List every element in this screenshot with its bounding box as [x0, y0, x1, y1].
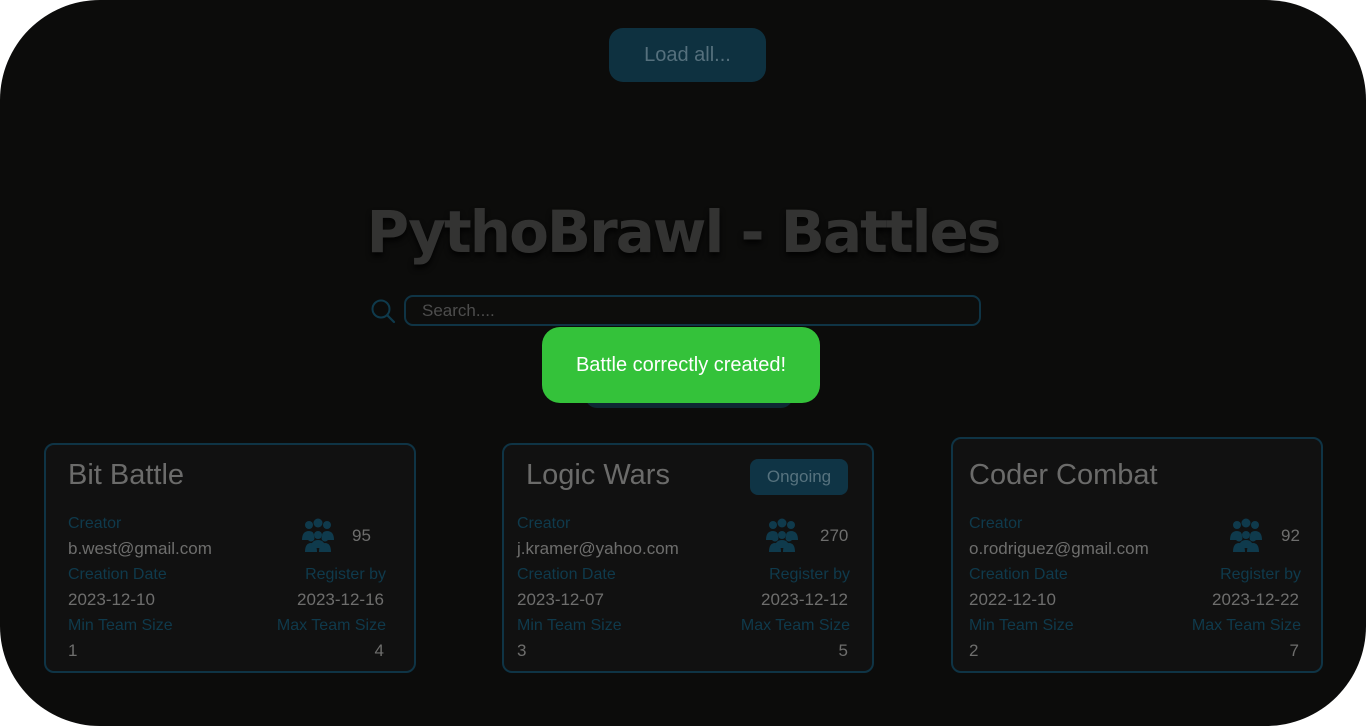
creator-label: Creator	[969, 515, 1023, 532]
creator-label: Creator	[68, 515, 122, 532]
success-toast: Battle correctly created!	[542, 327, 820, 403]
battle-card[interactable]: Coder Combat Creator o.rodriguez@gmail.c…	[951, 437, 1323, 673]
max-team-size-value: 4	[374, 641, 384, 660]
creator-value: b.west@gmail.com	[68, 539, 212, 558]
min-team-size-value: 3	[517, 641, 527, 660]
battle-name: Logic Wars	[526, 459, 670, 491]
team-icon	[766, 518, 798, 552]
creator-label: Creator	[517, 515, 571, 532]
max-team-size-label: Max Team Size	[740, 617, 850, 634]
creator-value: o.rodriguez@gmail.com	[969, 539, 1149, 558]
app-window: Load all... PythoBrawl - Battles Battle …	[0, 0, 1366, 726]
max-team-size-label: Max Team Size	[1191, 617, 1301, 634]
max-team-size-value: 7	[1289, 641, 1299, 660]
status-badge: Ongoing	[750, 459, 848, 495]
creation-date-value: 2023-12-10	[68, 590, 155, 609]
participant-count: 95	[352, 526, 371, 545]
creation-date-label: Creation Date	[517, 566, 616, 583]
creation-date-label: Creation Date	[68, 566, 167, 583]
min-team-size-value: 1	[68, 641, 78, 660]
register-by-value: 2023-12-22	[1212, 590, 1299, 609]
battle-name: Bit Battle	[68, 459, 185, 491]
register-by-label: Register by	[769, 566, 850, 583]
min-team-size-label: Min Team Size	[517, 617, 622, 634]
participant-count: 92	[1281, 526, 1300, 545]
creation-date-value: 2022-12-10	[969, 590, 1056, 609]
participant-count: 270	[820, 526, 849, 545]
min-team-size-label: Min Team Size	[969, 617, 1074, 634]
creator-value: j.kramer@yahoo.com	[517, 539, 679, 558]
register-by-value: 2023-12-12	[761, 590, 848, 609]
search-input[interactable]	[404, 295, 981, 326]
register-by-label: Register by	[305, 566, 386, 583]
register-by-label: Register by	[1220, 566, 1301, 583]
page-title: PythoBrawl - Battles	[366, 198, 1002, 266]
battle-card[interactable]: Logic Wars Ongoing Creator j.kramer@yaho…	[502, 443, 874, 673]
battle-card[interactable]: Bit Battle Creator b.west@gmail.com 95 C…	[44, 443, 416, 673]
search-icon	[371, 299, 396, 324]
max-team-size-label: Max Team Size	[276, 617, 386, 634]
max-team-size-value: 5	[838, 641, 848, 660]
creation-date-label: Creation Date	[969, 566, 1068, 583]
battle-name: Coder Combat	[969, 459, 1158, 491]
register-by-value: 2023-12-16	[297, 590, 384, 609]
team-icon	[1230, 518, 1262, 552]
creation-date-value: 2023-12-07	[517, 590, 604, 609]
min-team-size-label: Min Team Size	[68, 617, 173, 634]
min-team-size-value: 2	[969, 641, 979, 660]
team-icon	[302, 518, 334, 552]
load-all-button[interactable]: Load all...	[609, 28, 766, 82]
